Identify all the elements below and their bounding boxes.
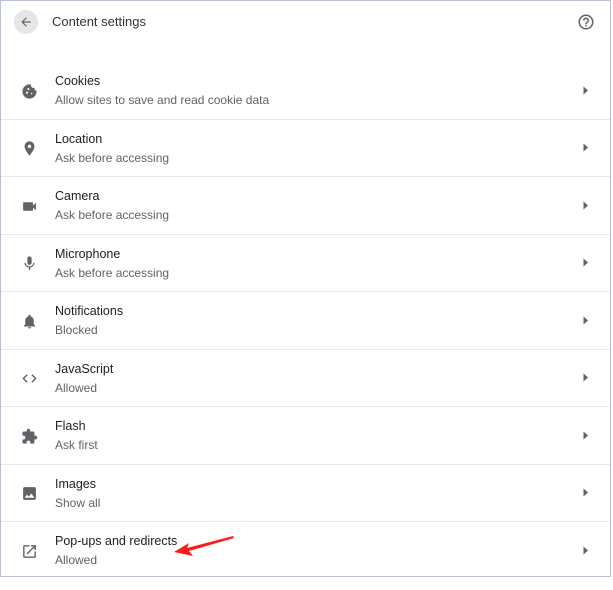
chevron-right-icon [582, 315, 590, 325]
setting-label: Cookies [55, 74, 101, 88]
setting-row-camera[interactable]: Camera Ask before accessing [1, 177, 610, 235]
page-header: Content settings [1, 1, 610, 43]
settings-list: Cookies Allow sites to save and read coo… [1, 62, 610, 576]
setting-row-popups[interactable]: Pop-ups and redirects Allowed [1, 522, 610, 576]
setting-label: Microphone [55, 246, 121, 261]
chevron-right-icon [582, 143, 590, 153]
image-icon [20, 485, 38, 503]
puzzle-piece-icon [20, 427, 38, 445]
setting-status: Blocked [55, 323, 98, 337]
cookie-icon [20, 82, 38, 100]
setting-label: Location [55, 131, 103, 146]
chevron-right-icon [582, 258, 590, 268]
bell-icon [20, 312, 38, 330]
chevron-right-icon [582, 488, 590, 498]
help-circle-icon [578, 14, 594, 30]
chevron-right-icon [582, 200, 590, 210]
setting-label: Camera [55, 189, 100, 203]
chevron-right-icon [582, 430, 590, 440]
setting-status: Ask before accessing [55, 150, 170, 165]
setting-status: Allowed [55, 553, 98, 567]
setting-row-flash[interactable]: Flash Ask first [1, 407, 610, 465]
open-in-new-icon [20, 542, 38, 560]
setting-status: Ask first [55, 438, 98, 452]
setting-row-images[interactable]: Images Show all [1, 465, 610, 522]
setting-row-javascript[interactable]: JavaScript Allowed [1, 350, 610, 407]
help-button[interactable] [577, 13, 595, 31]
setting-status: Ask before accessing [55, 208, 170, 222]
arrow-back-icon [21, 17, 31, 27]
setting-status: Allow sites to save and read cookie data [55, 93, 270, 107]
setting-label: Flash [55, 419, 86, 433]
setting-row-location[interactable]: Location Ask before accessing [1, 120, 610, 177]
setting-label: Pop-ups and redirects [55, 534, 178, 548]
camera-icon [20, 197, 38, 215]
setting-status: Allowed [55, 380, 98, 395]
chevron-right-icon [582, 373, 590, 383]
code-brackets-icon [20, 370, 38, 388]
location-pin-icon [20, 140, 38, 158]
setting-row-microphone[interactable]: Microphone Ask before accessing [1, 235, 610, 292]
page-title: Content settings [52, 14, 146, 29]
chevron-right-icon [582, 545, 590, 555]
back-button[interactable] [14, 10, 38, 34]
setting-status: Ask before accessing [55, 265, 170, 280]
setting-status: Show all [55, 495, 101, 510]
microphone-icon [20, 255, 38, 273]
chevron-right-icon [582, 85, 590, 95]
setting-label: Images [55, 476, 96, 491]
setting-label: JavaScript [55, 361, 114, 376]
setting-label: Notifications [55, 304, 124, 318]
content-settings-page: Content settings Cookies Allow sites to … [0, 0, 611, 577]
setting-row-notifications[interactable]: Notifications Blocked [1, 292, 610, 350]
setting-row-cookies[interactable]: Cookies Allow sites to save and read coo… [1, 62, 610, 120]
